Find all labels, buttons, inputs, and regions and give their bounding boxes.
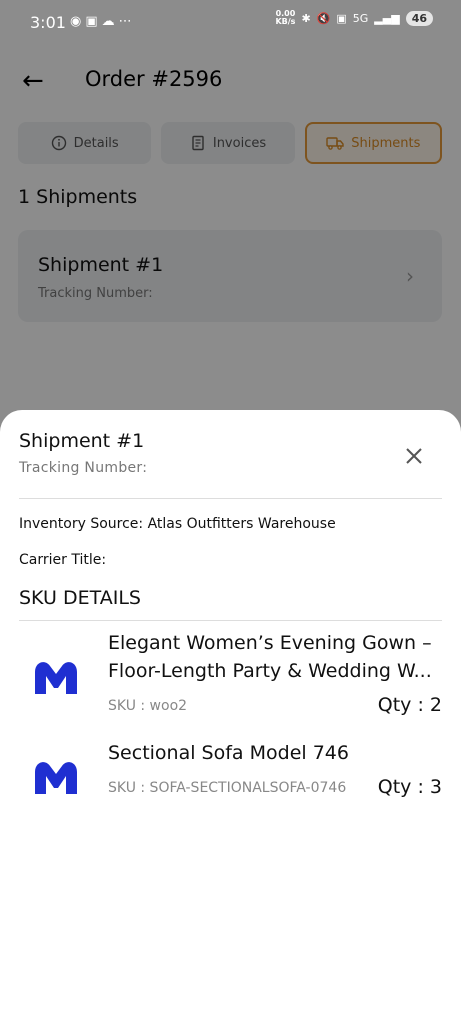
sheet-tracking-label: Tracking Number: — [19, 460, 148, 476]
divider — [19, 620, 442, 621]
chat-icon: ◉ — [70, 14, 86, 29]
network-label: 5G — [352, 11, 369, 25]
product-name-line1: Elegant Women’s Evening Gown – — [108, 632, 432, 654]
battery-icon: 46 — [405, 10, 433, 26]
instagram-icon: ▣ — [85, 14, 102, 29]
close-icon[interactable] — [402, 444, 426, 468]
status-right: 0.00 KB/s ✱ 🔇 ▣ 5G ▂▄▆ 46 — [275, 10, 433, 26]
product-qty: Qty : 2 — [377, 694, 442, 716]
divider — [19, 498, 442, 499]
product-name: Sectional Sofa Model 746 — [108, 742, 349, 764]
product-qty: Qty : 3 — [377, 776, 442, 798]
product-logo-icon — [32, 760, 80, 796]
net-speed: 0.00 KB/s — [275, 9, 296, 26]
status-time: 3:01 — [30, 13, 66, 32]
mute-icon: 🔇 — [316, 11, 331, 25]
sku-item: Elegant Women’s Evening Gown – Floor-Len… — [0, 628, 461, 728]
product-name-line2: Floor-Length Party & Wedding W... — [108, 660, 432, 682]
product-sku: SKU : woo2 — [108, 698, 188, 714]
shipment-bottom-sheet: Shipment #1 Tracking Number: Inventory S… — [0, 410, 461, 1024]
signal-icon: ▂▄▆ — [374, 11, 400, 25]
notification-icons: ◉▣☁⋯ — [70, 14, 136, 29]
sheet-title: Shipment #1 — [19, 430, 145, 452]
cloud-icon: ☁ — [101, 14, 119, 29]
product-sku: SKU : SOFA-SECTIONALSOFA-0746 — [108, 780, 347, 796]
product-logo-icon — [32, 660, 80, 696]
status-bar: 3:01 ◉▣☁⋯ 0.00 KB/s ✱ 🔇 ▣ 5G ▂▄▆ 46 — [0, 0, 461, 46]
order-screen: ← Order #2596 Details Invoices Shipments… — [0, 0, 461, 1024]
inventory-source: Inventory Source: Atlas Outfitters Wareh… — [19, 516, 336, 532]
bluetooth-icon: ✱ — [301, 11, 311, 25]
sku-item: Sectional Sofa Model 746 SKU : SOFA-SECT… — [0, 738, 461, 808]
carrier-title: Carrier Title: — [19, 552, 107, 568]
volte-icon: ▣ — [336, 11, 347, 25]
more-icon: ⋯ — [118, 14, 136, 29]
sku-details-heading: SKU DETAILS — [19, 587, 141, 609]
